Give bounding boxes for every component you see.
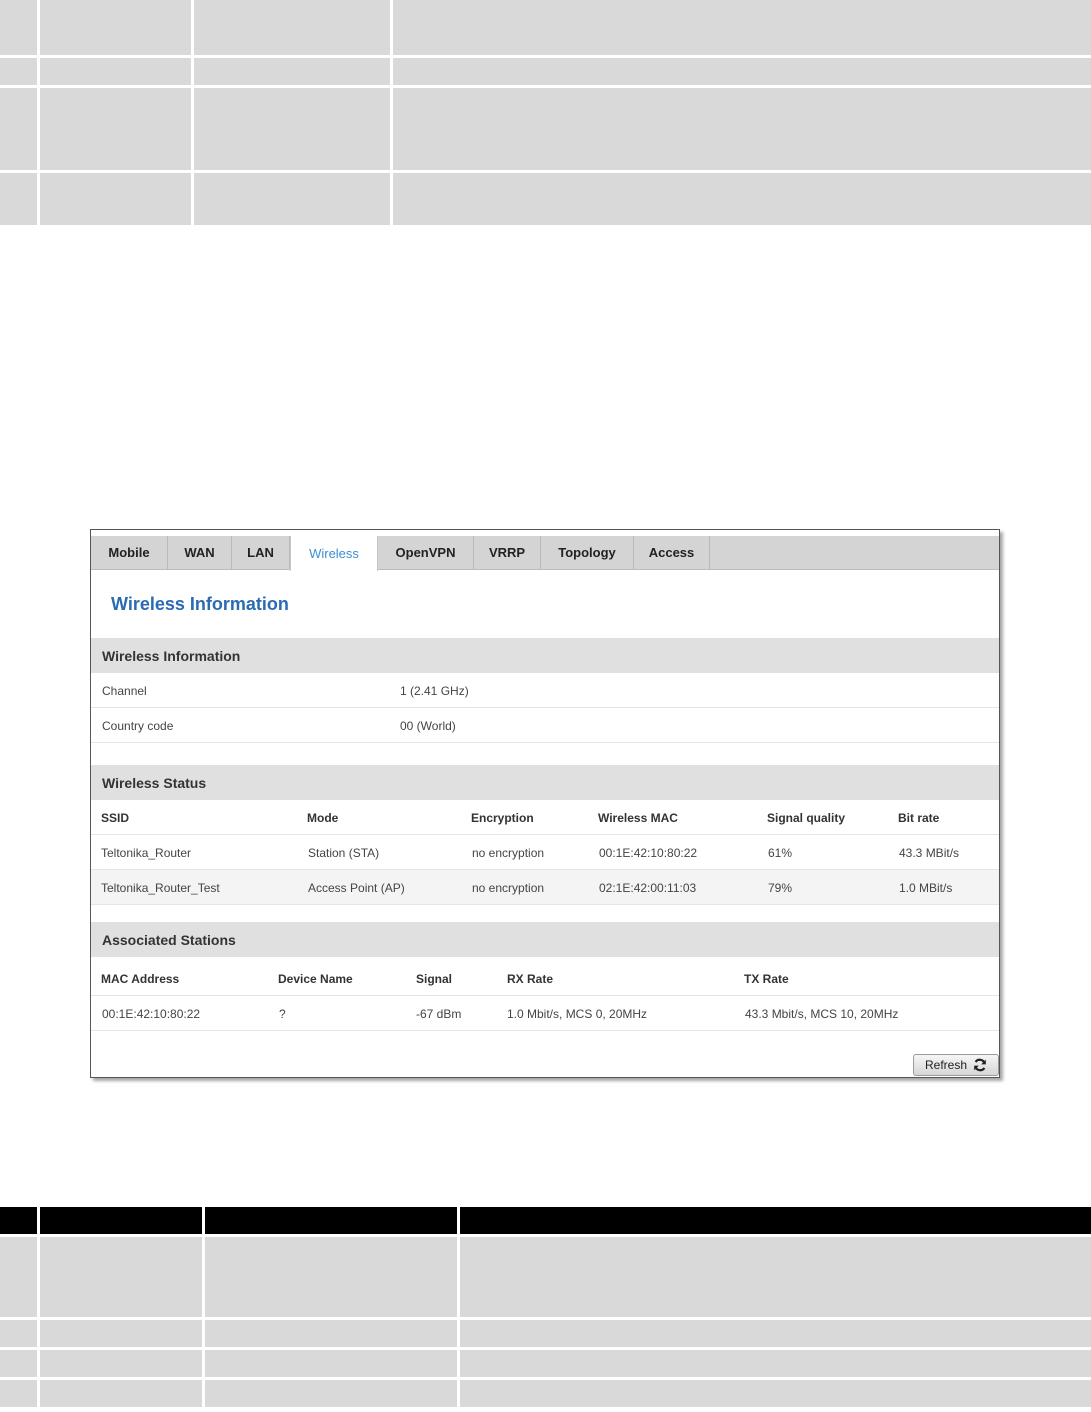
cell-wireless-mac: 00:1E:42:10:80:22 (599, 845, 698, 860)
doc-cell (393, 88, 1091, 173)
doc-cell (460, 1350, 1091, 1380)
cell-device-name: ? (279, 1006, 286, 1021)
cell-ssid: Teltonika_Router_Test (101, 880, 220, 895)
doc-cell (393, 0, 1091, 58)
doc-header-cell (40, 1207, 205, 1237)
column-header-bit-rate: Bit rate (898, 810, 940, 825)
info-label: Channel (102, 683, 147, 698)
doc-header-cell (205, 1207, 460, 1237)
tab-access[interactable]: Access (634, 536, 710, 569)
table-row: Teltonika_Router Station (STA) no encryp… (91, 835, 999, 870)
doc-cell (393, 173, 1091, 228)
doc-header-cell (0, 1207, 40, 1237)
doc-cell (0, 1320, 40, 1350)
tab-mobile[interactable]: Mobile (91, 536, 168, 569)
tab-openvpn[interactable]: OpenVPN (378, 536, 474, 569)
doc-cell (40, 1350, 205, 1380)
cell-bit-rate: 43.3 MBit/s (899, 845, 960, 860)
doc-cell (393, 58, 1091, 88)
section-heading-wireless-status: Wireless Status (91, 765, 999, 800)
cell-encryption: no encryption (472, 845, 545, 860)
doc-cell (0, 173, 40, 228)
doc-cell (0, 1237, 40, 1320)
cell-ssid: Teltonika_Router (101, 845, 192, 860)
column-header-ssid: SSID (101, 810, 130, 825)
info-value: 1 (2.41 GHz) (400, 683, 469, 698)
doc-cell (205, 1237, 460, 1320)
router-status-panel: Mobile WAN LAN Wireless OpenVPN VRRP Top… (90, 529, 1000, 1078)
cell-encryption: no encryption (472, 880, 545, 895)
tab-wireless[interactable]: Wireless (290, 536, 378, 571)
cell-bit-rate: 1.0 MBit/s (899, 880, 953, 895)
doc-cell (194, 173, 393, 228)
column-header-wireless-mac: Wireless MAC (598, 810, 678, 825)
doc-cell (194, 58, 393, 88)
doc-cell (0, 1380, 40, 1410)
refresh-icon (973, 1058, 987, 1072)
cell-mac-address: 00:1E:42:10:80:22 (102, 1006, 201, 1021)
doc-cell (205, 1380, 460, 1410)
doc-header-cell (460, 1207, 1091, 1237)
refresh-button-label: Refresh (924, 1058, 968, 1072)
doc-cell (0, 88, 40, 173)
cell-tx-rate: 43.3 Mbit/s, MCS 10, 20MHz (745, 1006, 899, 1021)
column-header-signal: Signal (416, 971, 453, 986)
doc-cell (460, 1320, 1091, 1350)
column-header-signal-quality: Signal quality (767, 810, 846, 825)
doc-cell (40, 58, 194, 88)
doc-cell (40, 1380, 205, 1410)
table-row: 00:1E:42:10:80:22 ? -67 dBm 1.0 Mbit/s, … (91, 996, 999, 1031)
doc-cell (0, 0, 40, 58)
tab-topology[interactable]: Topology (541, 536, 634, 569)
tab-wan[interactable]: WAN (168, 536, 232, 569)
doc-cell (460, 1380, 1091, 1410)
cell-signal-quality: 61% (768, 845, 793, 860)
cell-mode: Access Point (AP) (308, 880, 405, 895)
doc-cell (194, 0, 393, 58)
info-value: 00 (World) (400, 718, 456, 733)
doc-cell (205, 1320, 460, 1350)
doc-cell (0, 1350, 40, 1380)
column-header-mac-address: MAC Address (101, 971, 180, 986)
cell-mode: Station (STA) (308, 845, 380, 860)
cell-wireless-mac: 02:1E:42:00:11:03 (599, 880, 697, 895)
tab-vrrp[interactable]: VRRP (474, 536, 541, 569)
section-heading-wireless-information: Wireless Information (91, 638, 999, 673)
doc-cell (40, 1237, 205, 1320)
doc-cell (40, 88, 194, 173)
cell-rx-rate: 1.0 Mbit/s, MCS 0, 20MHz (507, 1006, 648, 1021)
info-row-country-code: Country code 00 (World) (91, 708, 999, 743)
doc-cell (40, 1320, 205, 1350)
document-table-top (0, 0, 1091, 228)
doc-cell (205, 1350, 460, 1380)
doc-cell (40, 173, 194, 228)
section-heading-associated-stations: Associated Stations (91, 922, 999, 957)
doc-cell (194, 88, 393, 173)
table-row: Teltonika_Router_Test Access Point (AP) … (91, 870, 999, 905)
refresh-button[interactable]: Refresh (913, 1054, 999, 1076)
column-header-device-name: Device Name (278, 971, 353, 986)
cell-signal-quality: 79% (768, 880, 793, 895)
tab-lan[interactable]: LAN (232, 536, 290, 569)
page-title: Wireless Information (111, 594, 289, 614)
column-header-encryption: Encryption (471, 810, 534, 825)
stations-table-header: MAC Address Device Name Signal RX Rate T… (91, 961, 999, 996)
doc-cell (460, 1237, 1091, 1320)
info-label: Country code (102, 718, 174, 733)
column-header-tx-rate: TX Rate (744, 971, 789, 986)
column-header-mode: Mode (307, 810, 339, 825)
doc-cell (40, 0, 194, 58)
tab-bar: Mobile WAN LAN Wireless OpenVPN VRRP Top… (91, 536, 999, 571)
doc-cell (0, 58, 40, 88)
info-row-channel: Channel 1 (2.41 GHz) (91, 673, 999, 708)
document-table-bottom (0, 1207, 1091, 1410)
status-table-header: SSID Mode Encryption Wireless MAC Signal… (91, 800, 999, 835)
column-header-rx-rate: RX Rate (507, 971, 554, 986)
cell-signal: -67 dBm (416, 1006, 462, 1021)
